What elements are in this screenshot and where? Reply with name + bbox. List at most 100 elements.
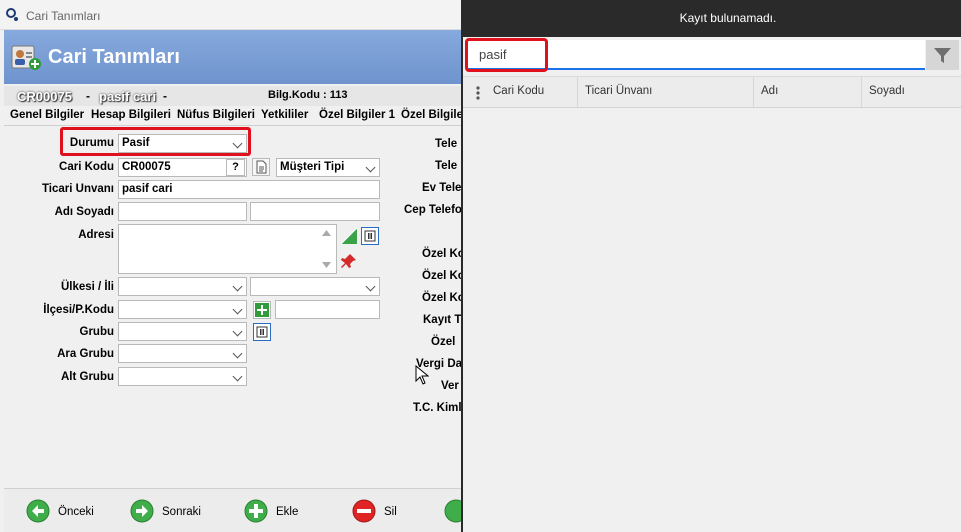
minus-circle-icon <box>352 499 376 523</box>
add-ilce-button[interactable] <box>253 301 271 319</box>
cari-kodu-label: Cari Kodu <box>59 161 114 173</box>
musteri-tipi-value: Müşteri Tipi <box>280 161 345 173</box>
document-icon <box>256 160 267 174</box>
ozel-kod-1-label: Özel Ko <box>422 248 461 260</box>
filter-button[interactable] <box>926 40 959 70</box>
durumu-label: Durumu <box>69 137 114 149</box>
ara-grubu-select[interactable] <box>118 344 247 363</box>
column-separator <box>861 77 862 107</box>
kayit-tarihi-label: Kayıt T <box>423 314 461 326</box>
column-cari-kodu[interactable]: Cari Kodu <box>493 85 544 97</box>
tab-ozel-bilgiler-2[interactable]: Özel Bilgile <box>401 109 461 121</box>
cari-kodu-value: CR00075 <box>122 161 171 173</box>
plus-circle-icon <box>244 499 268 523</box>
durumu-select[interactable]: Pasif <box>118 134 247 153</box>
prev-label: Önceki <box>58 506 94 518</box>
column-separator <box>753 77 754 107</box>
arrow-right-icon <box>130 499 154 523</box>
add-label: Ekle <box>276 506 299 518</box>
bilg-kodu: Bilg.Kodu : 113 <box>268 89 348 101</box>
search-panel: Kayıt bulunamadı. Cari Kodu Ticari Ünvan… <box>461 0 961 532</box>
grubu-label: Grubu <box>79 326 115 338</box>
tab-ozel-bilgiler-1[interactable]: Özel Bilgiler 1 <box>319 109 395 121</box>
record-header: CR00075 - pasif cari - Bilg.Kodu : 113 <box>4 86 461 106</box>
chevron-down-icon <box>232 371 243 382</box>
tab-hesap-bilgileri[interactable]: Hesap Bilgileri <box>91 109 171 121</box>
grubu-select[interactable] <box>118 322 247 341</box>
vergi-no-label: Ver <box>441 380 459 392</box>
ozel-kod-3-label: Özel Ko <box>422 292 461 304</box>
cep-telefonu-label: Cep Telefo <box>404 204 461 216</box>
chevron-down-icon <box>232 138 243 149</box>
adresi-label: Adresi <box>78 229 114 241</box>
result-grid-header: Cari Kodu Ticari Ünvanı Adı Soyadı <box>463 76 961 108</box>
tab-yetkililer[interactable]: Yetkililer <box>261 109 308 121</box>
chevron-down-icon <box>232 304 243 315</box>
window-titlebar: Cari Tanımları <box>0 0 461 30</box>
no-records-message: Kayıt bulunamadı. <box>679 11 777 25</box>
telefon-1-label: Tele <box>435 138 458 150</box>
result-grid-body <box>463 108 961 532</box>
arrow-left-icon <box>26 499 50 523</box>
il-select[interactable] <box>250 277 380 296</box>
search-highlight <box>465 38 548 72</box>
tab-bar: Genel Bilgiler Hesap Bilgileri Nüfus Bil… <box>4 106 461 126</box>
adi-field[interactable] <box>118 202 247 221</box>
record-name: pasif cari <box>99 89 157 104</box>
column-adi[interactable]: Adı <box>761 85 778 97</box>
ev-telefonu-label: Ev Tele <box>422 182 461 194</box>
cari-tanimlari-window: Cari Tanımları Cari Tanımları CR00075 - … <box>0 0 461 532</box>
edit-icon <box>444 499 461 523</box>
ticari-unvani-value: pasif cari <box>122 183 173 195</box>
chevron-down-icon <box>232 326 243 337</box>
column-separator <box>577 77 578 107</box>
pin-button[interactable] <box>340 252 358 270</box>
ozel-kod-2-label: Özel Ko <box>422 270 461 282</box>
document-button[interactable] <box>252 158 270 176</box>
app-icon <box>6 8 18 21</box>
chevron-down-icon <box>365 281 376 292</box>
scroll-down-icon[interactable] <box>322 262 331 268</box>
page-title: Cari Tanımları <box>48 46 180 68</box>
bottom-toolbar: Önceki Sonraki Ekle Sil <box>4 488 461 532</box>
grubu-detail-button[interactable] <box>253 323 271 341</box>
window-title: Cari Tanımları <box>26 9 101 23</box>
delete-label: Sil <box>384 506 397 518</box>
map-icon <box>340 227 358 245</box>
soyadi-field[interactable] <box>250 202 380 221</box>
scroll-up-icon[interactable] <box>322 230 331 236</box>
chevron-down-icon <box>232 281 243 292</box>
ozel-label: Özel <box>431 336 456 348</box>
ara-grubu-label: Ara Grubu <box>57 348 114 360</box>
pin-icon <box>341 254 356 268</box>
adresi-textarea[interactable] <box>118 224 337 274</box>
map-button[interactable] <box>340 227 358 245</box>
pause-icon <box>256 326 268 338</box>
alt-grubu-label: Alt Grubu <box>60 371 114 383</box>
ticari-unvani-field[interactable]: pasif cari <box>118 180 380 199</box>
posta-kodu-field[interactable] <box>275 300 380 319</box>
column-menu-icon[interactable] <box>476 85 480 101</box>
tab-genel-bilgiler[interactable]: Genel Bilgiler <box>10 109 84 121</box>
column-soyadi[interactable]: Soyadı <box>869 85 905 97</box>
record-separator-2: - <box>163 89 167 103</box>
customer-card-icon <box>11 45 41 70</box>
panel-header: Kayıt bulunamadı. <box>463 0 961 37</box>
alt-grubu-select[interactable] <box>118 367 247 386</box>
record-separator: - <box>86 89 90 103</box>
tc-kimlik-label: T.C. Kiml <box>413 402 461 414</box>
ilcesi-label: İlçesi/P.Kodu <box>43 304 114 316</box>
pause-icon <box>364 230 376 242</box>
ilce-select[interactable] <box>118 300 247 319</box>
address-detail-button[interactable] <box>361 227 379 245</box>
chevron-down-icon <box>232 348 243 359</box>
code-help-button[interactable]: ? <box>226 159 245 176</box>
column-ticari-unvani[interactable]: Ticari Ünvanı <box>585 85 652 97</box>
tab-nufus-bilgileri[interactable]: Nüfus Bilgileri <box>177 109 255 121</box>
telefon-2-label: Tele <box>435 160 458 172</box>
plus-icon <box>255 303 269 317</box>
durumu-value: Pasif <box>122 137 150 149</box>
search-bar <box>463 37 961 73</box>
musteri-tipi-select[interactable]: Müşteri Tipi <box>276 158 380 177</box>
ulke-select[interactable] <box>118 277 247 296</box>
